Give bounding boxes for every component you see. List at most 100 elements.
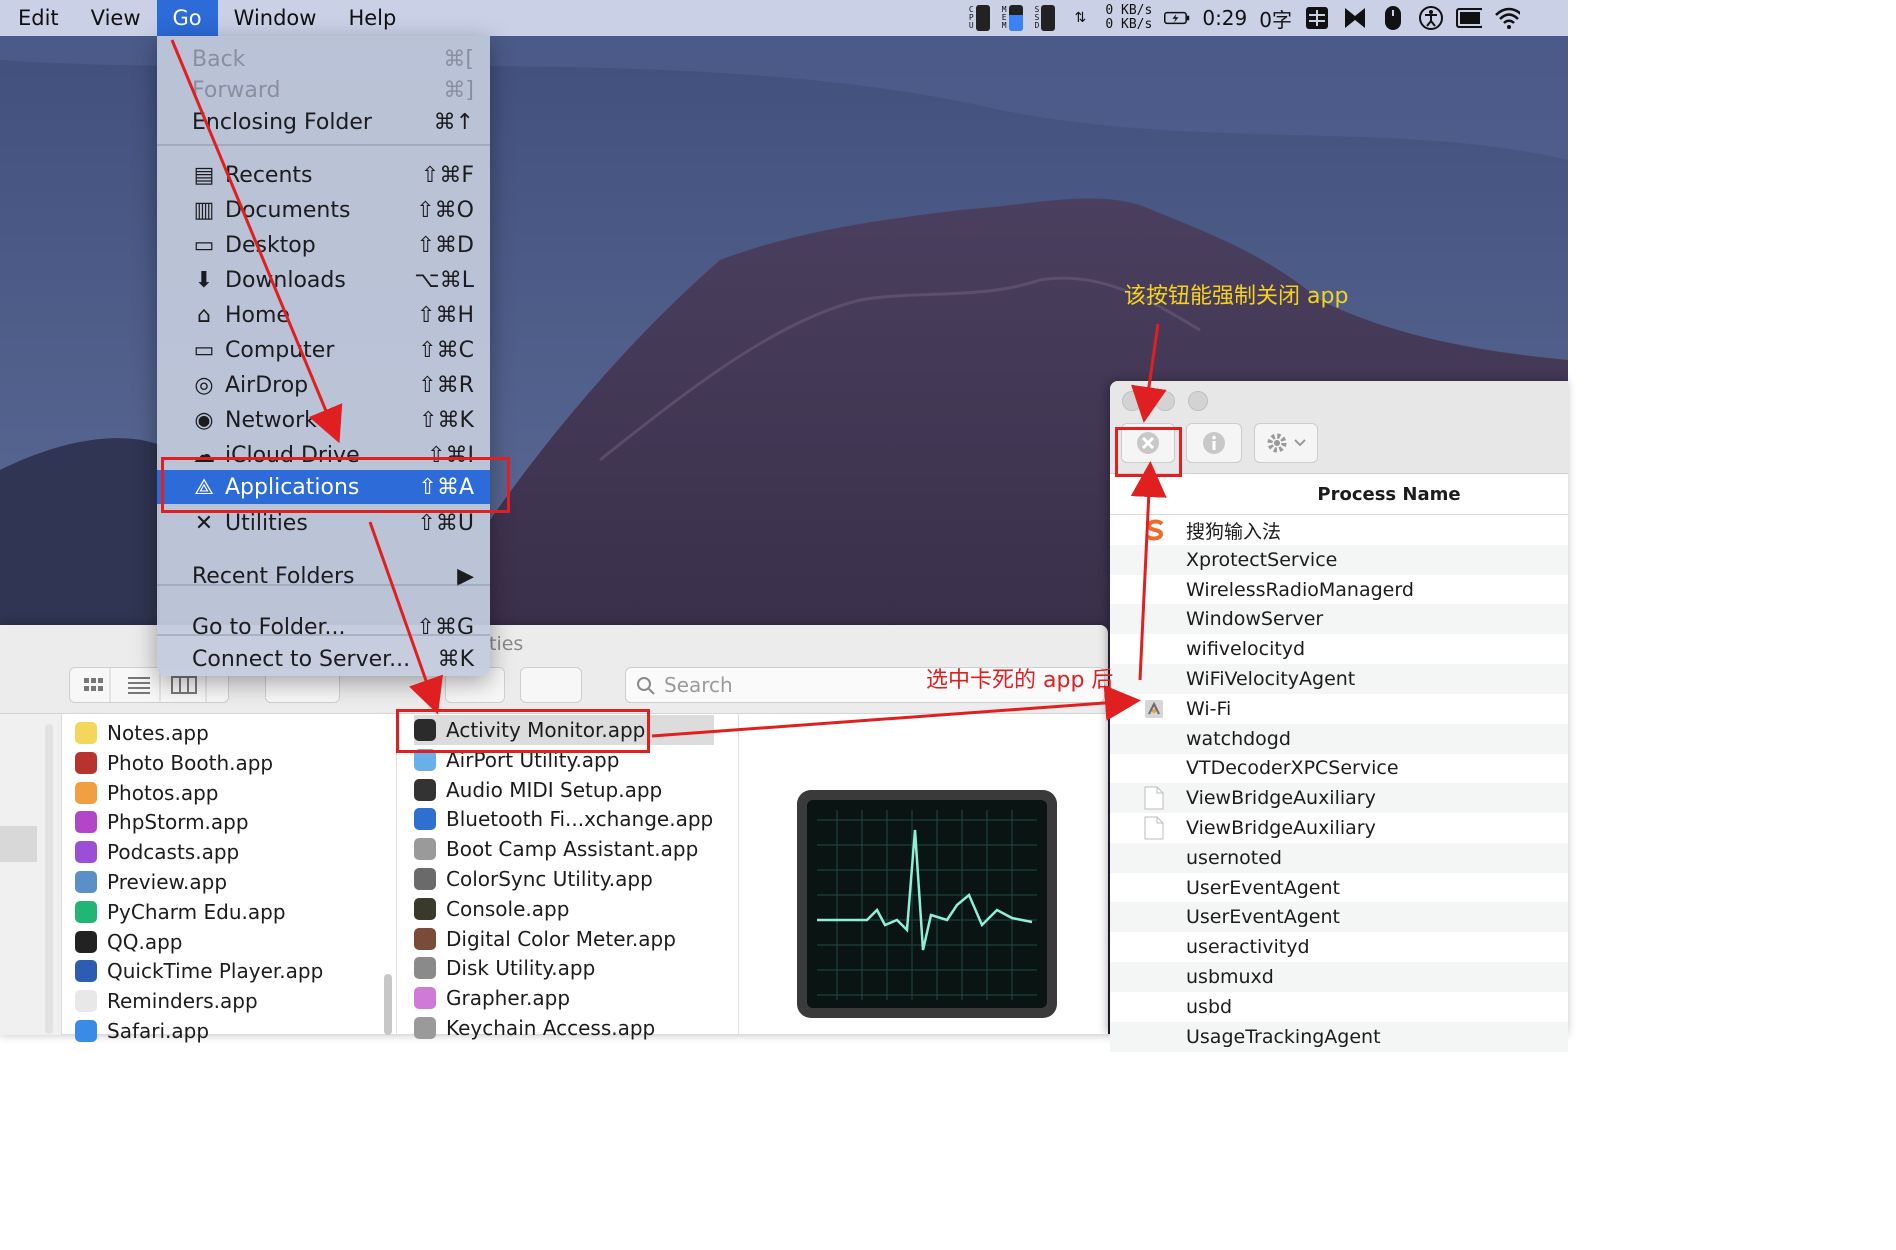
utility-item[interactable]: Audio MIDI Setup.app [414, 775, 662, 805]
ssd-meter[interactable]: SSD [1035, 5, 1056, 31]
go-menu-item-desktop[interactable]: ▭ Desktop ⇧⌘D [157, 228, 490, 262]
go-menu-item-computer[interactable]: ▭ Computer ⇧⌘C [157, 333, 490, 367]
application-item[interactable]: QQ.app [75, 927, 183, 957]
mem-meter[interactable]: MEM [1002, 5, 1023, 31]
process-row[interactable]: wifivelocityd [1110, 634, 1568, 664]
process-name: ViewBridgeAuxiliary [1186, 817, 1376, 839]
process-row[interactable]: XprotectService [1110, 544, 1568, 575]
go-menu-item-label: Network [225, 407, 317, 433]
go-menu-item-forward[interactable]: Forward ⌘] [157, 73, 490, 107]
input-method-label[interactable]: 0字 [1259, 4, 1292, 33]
go-menu-item-back[interactable]: Back ⌘[ [157, 42, 490, 76]
battery-icon[interactable] [1164, 6, 1190, 30]
application-item[interactable]: PhpStorm.app [75, 807, 249, 837]
go-menu-item-go-to-folder[interactable]: Go to Folder... ⇧⌘G [157, 610, 490, 644]
application-item[interactable]: Safari.app [75, 1016, 209, 1046]
go-menu-item-shortcut: ⌥⌘L [414, 267, 474, 293]
go-menu-item-home[interactable]: ⌂ Home ⇧⌘H [157, 298, 490, 332]
process-row[interactable]: ViewBridgeAuxiliary [1110, 783, 1568, 814]
menu-go[interactable]: Go [156, 0, 218, 36]
go-menu-item-network[interactable]: ◉ Network ⇧⌘K [157, 403, 490, 437]
menu-edit[interactable]: Edit [2, 0, 75, 36]
sidebar-scrollbar[interactable] [45, 724, 53, 1034]
application-item[interactable]: Podcasts.app [75, 837, 239, 867]
search-placeholder: Search [664, 673, 733, 697]
inspect-button[interactable] [1186, 423, 1242, 463]
application-item[interactable]: PyCharm Edu.app [75, 897, 286, 927]
process-name-header[interactable]: Process Name [1110, 475, 1568, 515]
process-row[interactable]: usernoted [1110, 842, 1568, 873]
process-row[interactable]: ViewBridgeAuxiliary [1110, 813, 1568, 843]
process-name: watchdogd [1186, 727, 1291, 750]
go-menu-item-recent-folders[interactable]: Recent Folders ▶ [157, 559, 490, 593]
utility-item[interactable]: ColorSync Utility.app [414, 864, 653, 894]
battery-time[interactable]: 0:29 [1202, 6, 1247, 30]
grid-input-icon[interactable] [1304, 6, 1330, 30]
app-icon [75, 960, 97, 983]
utility-item[interactable]: Keychain Access.app [414, 1013, 655, 1043]
app-name: Reminders.app [107, 989, 258, 1014]
app-icon [75, 930, 97, 953]
process-name: VTDecoderXPCService [1186, 757, 1399, 780]
go-menu-item-documents[interactable]: ▥ Documents ⇧⌘O [157, 193, 490, 227]
app-icon [414, 838, 436, 861]
zoom-window-button[interactable] [1188, 391, 1208, 411]
process-row[interactable]: 搜狗输入法 [1110, 515, 1568, 545]
process-row[interactable]: watchdogd [1110, 723, 1568, 754]
display-icon[interactable] [1456, 6, 1482, 30]
process-row[interactable]: useractivityd [1110, 932, 1568, 962]
cpu-meter[interactable]: CPU [969, 5, 990, 31]
go-menu-item-shortcut: ⌘K [437, 646, 474, 672]
app-icon [414, 808, 436, 831]
utility-item[interactable]: Digital Color Meter.app [414, 924, 676, 954]
utility-item[interactable]: Grapher.app [414, 983, 570, 1013]
menu-help[interactable]: Help [332, 0, 412, 36]
process-name: XprotectService [1186, 548, 1338, 571]
accessibility-icon[interactable] [1418, 6, 1444, 30]
sidebar-selected-item[interactable] [0, 826, 37, 862]
application-item[interactable]: Notes.app [75, 718, 209, 748]
wifi-icon[interactable] [1494, 6, 1520, 30]
process-row[interactable]: UsageTrackingAgent [1110, 1021, 1568, 1052]
process-row[interactable]: UserEventAgent [1110, 873, 1568, 903]
process-row[interactable]: Wi-Fi [1110, 694, 1568, 724]
menu-separator [157, 634, 490, 636]
bowtie-icon[interactable] [1342, 6, 1368, 30]
utility-item[interactable]: Disk Utility.app [414, 953, 595, 983]
process-row[interactable]: UserEventAgent [1110, 902, 1568, 933]
application-item[interactable]: Photo Booth.app [75, 748, 273, 778]
go-menu-item-downloads[interactable]: ⬇ Downloads ⌥⌘L [157, 263, 490, 297]
application-item[interactable]: QuickTime Player.app [75, 956, 323, 986]
go-menu-item-label: Documents [225, 197, 351, 223]
go-menu-item-recents[interactable]: ▤ Recents ⇧⌘F [157, 158, 490, 192]
action-menu-button[interactable] [1254, 423, 1318, 463]
process-row[interactable]: usbmuxd [1110, 962, 1568, 992]
minimize-window-button[interactable] [1155, 391, 1175, 411]
app-name: Bluetooth Fi...xchange.app [446, 807, 714, 832]
network-speed[interactable]: 0 KB/s 0 KB/s [1105, 4, 1152, 32]
go-menu-item-airdrop[interactable]: ◎ AirDrop ⇧⌘R [157, 368, 490, 402]
application-item[interactable]: Photos.app [75, 778, 218, 808]
utility-item[interactable]: Boot Camp Assistant.app [414, 834, 698, 864]
tag-button[interactable] [520, 667, 582, 703]
application-item[interactable]: Preview.app [75, 867, 227, 897]
go-menu-item-shortcut: ⌘] [443, 77, 474, 103]
process-row[interactable]: usbd [1110, 992, 1568, 1022]
applications-scrollbar[interactable] [384, 974, 392, 1035]
utility-item[interactable]: Bluetooth Fi...xchange.app [414, 804, 713, 834]
force-quit-highlight-box [1115, 427, 1182, 477]
mouse-icon[interactable] [1380, 6, 1406, 30]
process-row[interactable]: VTDecoderXPCService [1110, 753, 1568, 783]
status-area: CPU MEM SSD ⇅ 0 KB/s 0 KB/s 0:29 0字 [969, 0, 1558, 36]
menu-window[interactable]: Window [218, 0, 333, 36]
process-row[interactable]: WiFiVelocityAgent [1110, 664, 1568, 694]
close-window-button[interactable] [1122, 391, 1142, 411]
menu-view[interactable]: View [75, 0, 157, 36]
go-menu-item-connect-to-server[interactable]: Connect to Server... ⌘K [157, 642, 490, 676]
activity-monitor-preview [797, 790, 1057, 1018]
process-row[interactable]: WirelessRadioManagerd [1110, 575, 1568, 605]
utility-item[interactable]: Console.app [414, 894, 569, 924]
go-menu-item-enclosing-folder[interactable]: Enclosing Folder ⌘↑ [157, 105, 490, 139]
process-row[interactable]: WindowServer [1110, 604, 1568, 635]
application-item[interactable]: Reminders.app [75, 986, 258, 1016]
